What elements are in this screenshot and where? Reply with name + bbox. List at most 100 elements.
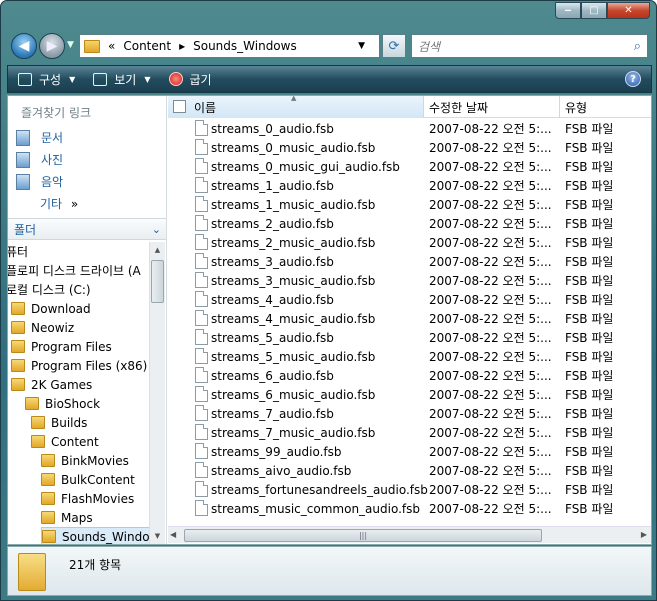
tree-item[interactable]: 플로피 디스크 드라이브 (A bbox=[8, 261, 141, 280]
file-row[interactable]: streams_music_common_audio.fsb 2007-08-22… bbox=[168, 499, 651, 518]
file-type: FSB 파일 bbox=[565, 236, 614, 250]
address-dropdown-icon[interactable]: ▼ bbox=[358, 41, 365, 51]
tree-item-label: Maps bbox=[61, 510, 93, 525]
file-row[interactable]: streams_99_audio.fsb 2007-08-22 오전 5:... F… bbox=[168, 442, 651, 461]
file-date: 2007-08-22 오전 5:... bbox=[429, 217, 552, 231]
file-row[interactable]: streams_fortunesandreels_audio.fsb 2007-0… bbox=[168, 480, 651, 499]
file-row[interactable]: streams_4_music_audio.fsb 2007-08-22 오전 5… bbox=[168, 309, 651, 328]
scroll-right-icon[interactable]: ▶ bbox=[641, 530, 647, 539]
tree-item[interactable]: 로컬 디스크 (C:) bbox=[8, 280, 91, 299]
file-type: FSB 파일 bbox=[565, 217, 614, 231]
tree-item[interactable]: Sounds_Windows bbox=[41, 527, 150, 544]
file-type: FSB 파일 bbox=[565, 312, 614, 326]
file-type: FSB 파일 bbox=[565, 255, 614, 269]
breadcrumb-sounds-windows[interactable]: Sounds_Windows bbox=[193, 39, 297, 53]
file-type: FSB 파일 bbox=[565, 445, 614, 459]
file-row[interactable]: streams_5_audio.fsb 2007-08-22 오전 5:... FS… bbox=[168, 328, 651, 347]
address-bar[interactable]: « Content ▸ Sounds_Windows ▼ bbox=[79, 34, 380, 58]
tree-item[interactable]: Content bbox=[31, 432, 99, 451]
scroll-down-icon[interactable]: ▼ bbox=[150, 528, 165, 544]
folders-header[interactable]: 폴더 ⌄ bbox=[8, 218, 166, 240]
tree-item[interactable]: 2K Games bbox=[11, 375, 92, 394]
column-header-name[interactable]: ▲ 이름 bbox=[168, 94, 424, 118]
file-date: 2007-08-22 오전 5:... bbox=[429, 369, 552, 383]
file-row[interactable]: streams_7_audio.fsb 2007-08-22 오전 5:... FS… bbox=[168, 404, 651, 423]
column-headers: ▲ 이름 수정한 날짜 유형 bbox=[168, 94, 651, 118]
forward-button[interactable]: ▶ bbox=[39, 33, 65, 59]
column-header-date[interactable]: 수정한 날짜 bbox=[424, 96, 560, 118]
tree-item[interactable]: FlashMovies bbox=[41, 489, 134, 508]
favorite-label: 음악 bbox=[41, 175, 64, 189]
chevron-down-icon: ▼ bbox=[144, 74, 151, 84]
tree-item[interactable]: Maps bbox=[41, 508, 93, 527]
tree-item[interactable]: BioShock bbox=[25, 394, 100, 413]
search-icon[interactable]: ⌕ bbox=[634, 39, 641, 54]
scroll-thumb[interactable] bbox=[151, 260, 164, 303]
file-row[interactable]: streams_aivo_audio.fsb 2007-08-22 오전 5:..… bbox=[168, 461, 651, 480]
address-chevrons[interactable]: « bbox=[108, 39, 115, 53]
folder-large-icon bbox=[18, 553, 46, 591]
file-row[interactable]: streams_3_music_audio.fsb 2007-08-22 오전 5… bbox=[168, 271, 651, 290]
file-name: streams_0_music_gui_audio.fsb bbox=[211, 159, 400, 174]
tree-item[interactable]: Builds bbox=[31, 413, 87, 432]
views-button[interactable]: 보기 ▼ bbox=[93, 71, 151, 88]
favorites-more-link[interactable]: 기타 » bbox=[40, 195, 78, 212]
file-row[interactable]: streams_7_music_audio.fsb 2007-08-22 오전 5… bbox=[168, 423, 651, 442]
file-row[interactable]: streams_0_audio.fsb 2007-08-22 오전 5:... FS… bbox=[168, 119, 651, 138]
refresh-button[interactable]: ⟳ bbox=[382, 34, 406, 58]
file-type: FSB 파일 bbox=[565, 141, 614, 155]
help-icon[interactable]: ? bbox=[625, 71, 641, 87]
organize-button[interactable]: 구성 ▼ bbox=[18, 71, 75, 88]
column-type-label: 유형 bbox=[565, 100, 588, 115]
tree-item[interactable]: 퓨터 bbox=[8, 242, 28, 261]
file-row[interactable]: streams_4_audio.fsb 2007-08-22 오전 5:... FS… bbox=[168, 290, 651, 309]
tree-item[interactable]: Neowiz bbox=[11, 318, 74, 337]
scroll-thumb[interactable]: ||| bbox=[184, 529, 542, 542]
file-row[interactable]: streams_6_music_audio.fsb 2007-08-22 오전 5… bbox=[168, 385, 651, 404]
recent-pages-dropdown[interactable]: ▼ bbox=[67, 40, 74, 50]
burn-label: 굽기 bbox=[189, 72, 212, 87]
back-button[interactable]: ◀ bbox=[11, 33, 37, 59]
favorite-music[interactable]: 음악 bbox=[16, 173, 63, 190]
file-row[interactable]: streams_3_audio.fsb 2007-08-22 오전 5:... FS… bbox=[168, 252, 651, 271]
maximize-button[interactable]: □ bbox=[581, 2, 607, 19]
column-header-type[interactable]: 유형 bbox=[560, 96, 650, 118]
tree-item[interactable]: BinkMovies bbox=[41, 451, 129, 470]
tree-item[interactable]: BulkContent bbox=[41, 470, 135, 489]
favorite-pictures[interactable]: 사진 bbox=[16, 151, 63, 168]
tree-item[interactable]: Program Files (x86) bbox=[11, 356, 147, 375]
file-row[interactable]: streams_1_music_audio.fsb 2007-08-22 오전 5… bbox=[168, 195, 651, 214]
file-row[interactable]: streams_2_music_audio.fsb 2007-08-22 오전 5… bbox=[168, 233, 651, 252]
file-icon bbox=[195, 120, 208, 136]
file-icon bbox=[195, 177, 208, 193]
file-row[interactable]: streams_6_audio.fsb 2007-08-22 오전 5:... FS… bbox=[168, 366, 651, 385]
file-row[interactable]: streams_2_audio.fsb 2007-08-22 오전 5:... FS… bbox=[168, 214, 651, 233]
file-name: streams_6_audio.fsb bbox=[211, 368, 334, 383]
favorite-documents[interactable]: 문서 bbox=[16, 129, 63, 146]
tree-item[interactable]: Program Files bbox=[11, 337, 112, 356]
file-date: 2007-08-22 오전 5:... bbox=[429, 141, 552, 155]
tree-item-label: 2K Games bbox=[31, 377, 93, 392]
file-date: 2007-08-22 오전 5:... bbox=[429, 179, 552, 193]
breadcrumb-separator-icon[interactable]: ▸ bbox=[179, 39, 185, 53]
burn-button[interactable]: 굽기 bbox=[168, 71, 212, 88]
breadcrumb-content[interactable]: Content bbox=[123, 39, 171, 53]
file-row[interactable]: streams_1_audio.fsb 2007-08-22 오전 5:... FS… bbox=[168, 176, 651, 195]
file-icon bbox=[195, 139, 208, 155]
tree-scrollbar[interactable]: ▲ ▼ bbox=[149, 242, 165, 544]
scroll-up-icon[interactable]: ▲ bbox=[150, 242, 165, 258]
select-all-checkbox[interactable] bbox=[173, 100, 186, 113]
file-row[interactable]: streams_5_music_audio.fsb 2007-08-22 오전 5… bbox=[168, 347, 651, 366]
minimize-button[interactable]: ‒ bbox=[555, 2, 581, 19]
search-input[interactable]: 검색 ⌕ bbox=[411, 34, 648, 58]
title-bar[interactable]: ‒ □ ✕ bbox=[1, 1, 656, 31]
scroll-left-icon[interactable]: ◀ bbox=[170, 530, 176, 539]
file-row[interactable]: streams_0_music_gui_audio.fsb 2007-08-22 … bbox=[168, 157, 651, 176]
tree-item[interactable]: Download bbox=[11, 299, 91, 318]
file-date: 2007-08-22 오전 5:... bbox=[429, 445, 552, 459]
file-type: FSB 파일 bbox=[565, 198, 614, 212]
close-button[interactable]: ✕ bbox=[607, 2, 650, 19]
file-icon bbox=[195, 405, 208, 421]
file-row[interactable]: streams_0_music_audio.fsb 2007-08-22 오전 5… bbox=[168, 138, 651, 157]
file-list-scrollbar[interactable]: ◀ ||| ▶ bbox=[168, 526, 651, 543]
